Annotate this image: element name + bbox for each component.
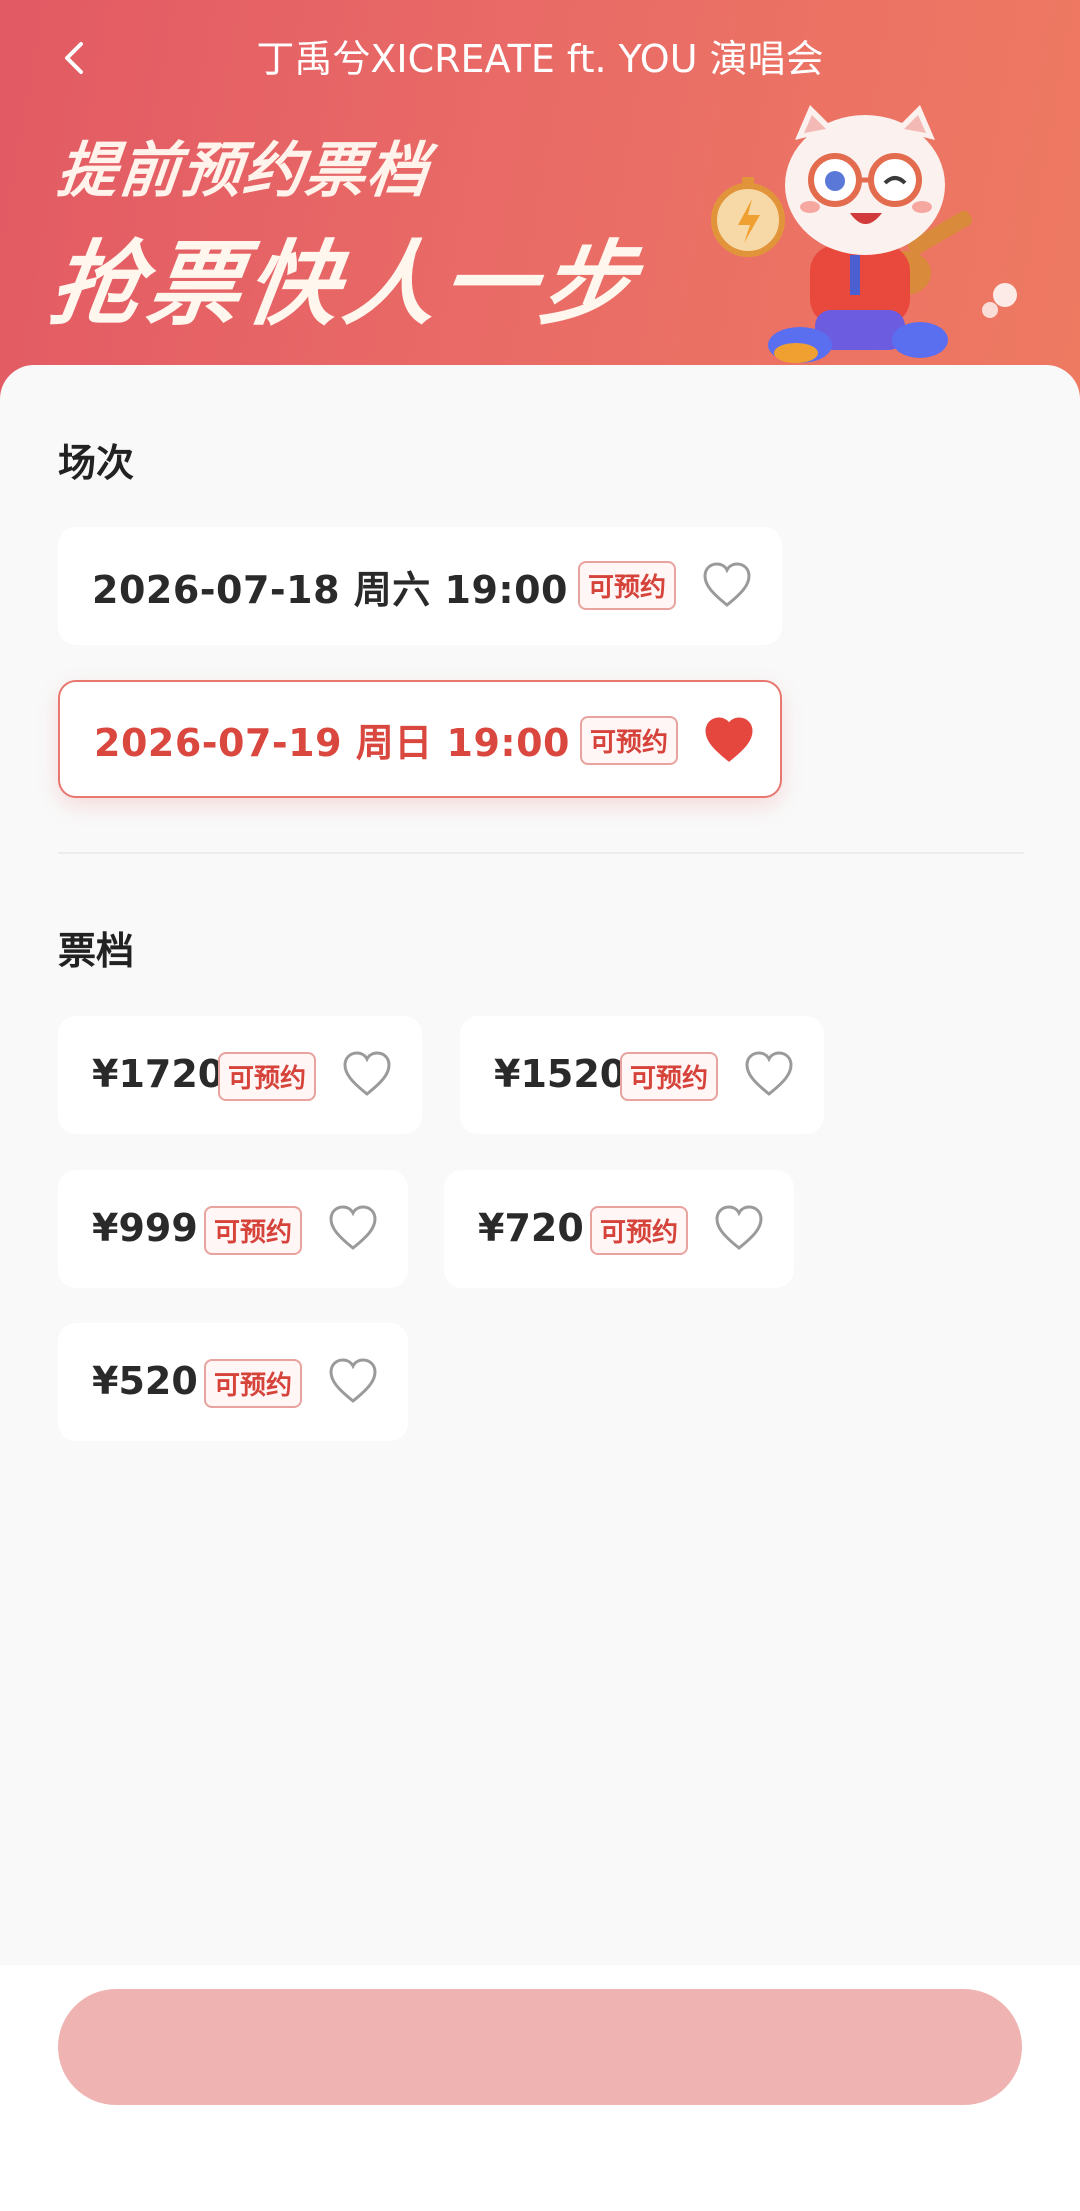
tier-price: ¥1520 — [494, 1052, 627, 1096]
heart-outline-icon[interactable] — [342, 1050, 392, 1098]
hero-headline-small: 提前预约票档 — [53, 136, 434, 206]
available-badge: 可预约 — [578, 561, 677, 610]
session-label: 2026-07-19 周日 19:00 — [94, 720, 570, 765]
heart-outline-icon[interactable] — [714, 1204, 764, 1252]
available-badge: 可预约 — [590, 1206, 689, 1255]
tier-option-1520[interactable]: ¥1520 可预约 — [460, 1016, 824, 1134]
heart-filled-icon[interactable] — [704, 716, 754, 764]
session-section-title: 场次 — [58, 441, 135, 485]
heart-outline-icon[interactable] — [702, 561, 752, 609]
tier-price: ¥720 — [478, 1206, 584, 1250]
tier-price: ¥520 — [92, 1359, 198, 1403]
heart-outline-icon[interactable] — [744, 1050, 794, 1098]
session-option-1[interactable]: 2026-07-18 周六 19:00 可预约 — [58, 527, 782, 645]
heart-outline-icon[interactable] — [328, 1204, 378, 1252]
tier-option-720[interactable]: ¥720 可预约 — [444, 1170, 794, 1288]
tier-option-999[interactable]: ¥999 可预约 — [58, 1170, 408, 1288]
session-option-2[interactable]: 2026-07-19 周日 19:00 可预约 — [58, 680, 782, 798]
tier-price: ¥1720 — [92, 1052, 225, 1096]
hero-banner: 丁禹兮XICREATE ft. YOU 演唱会 提前预约票档 抢票快人一步 — [0, 0, 1080, 420]
tier-option-1720[interactable]: ¥1720 可预约 — [58, 1016, 422, 1134]
reserve-button[interactable] — [58, 1989, 1022, 2105]
section-divider — [58, 852, 1024, 854]
session-label: 2026-07-18 周六 19:00 — [92, 567, 568, 612]
heart-outline-icon[interactable] — [328, 1357, 378, 1405]
available-badge: 可预约 — [580, 716, 679, 765]
page-title: 丁禹兮XICREATE ft. YOU 演唱会 — [256, 37, 824, 81]
available-badge: 可预约 — [620, 1052, 719, 1101]
available-badge: 可预约 — [204, 1359, 303, 1408]
cat-mascot-icon — [711, 105, 1017, 393]
tier-price: ¥999 — [92, 1206, 198, 1250]
footer-bar — [0, 1965, 1080, 2211]
available-badge: 可预约 — [204, 1206, 303, 1255]
tier-option-520[interactable]: ¥520 可预约 — [58, 1323, 408, 1441]
tier-section-title: 票档 — [58, 929, 135, 973]
available-badge: 可预约 — [218, 1052, 317, 1101]
hero-headline-large: 抢票快人一步 — [43, 231, 647, 338]
